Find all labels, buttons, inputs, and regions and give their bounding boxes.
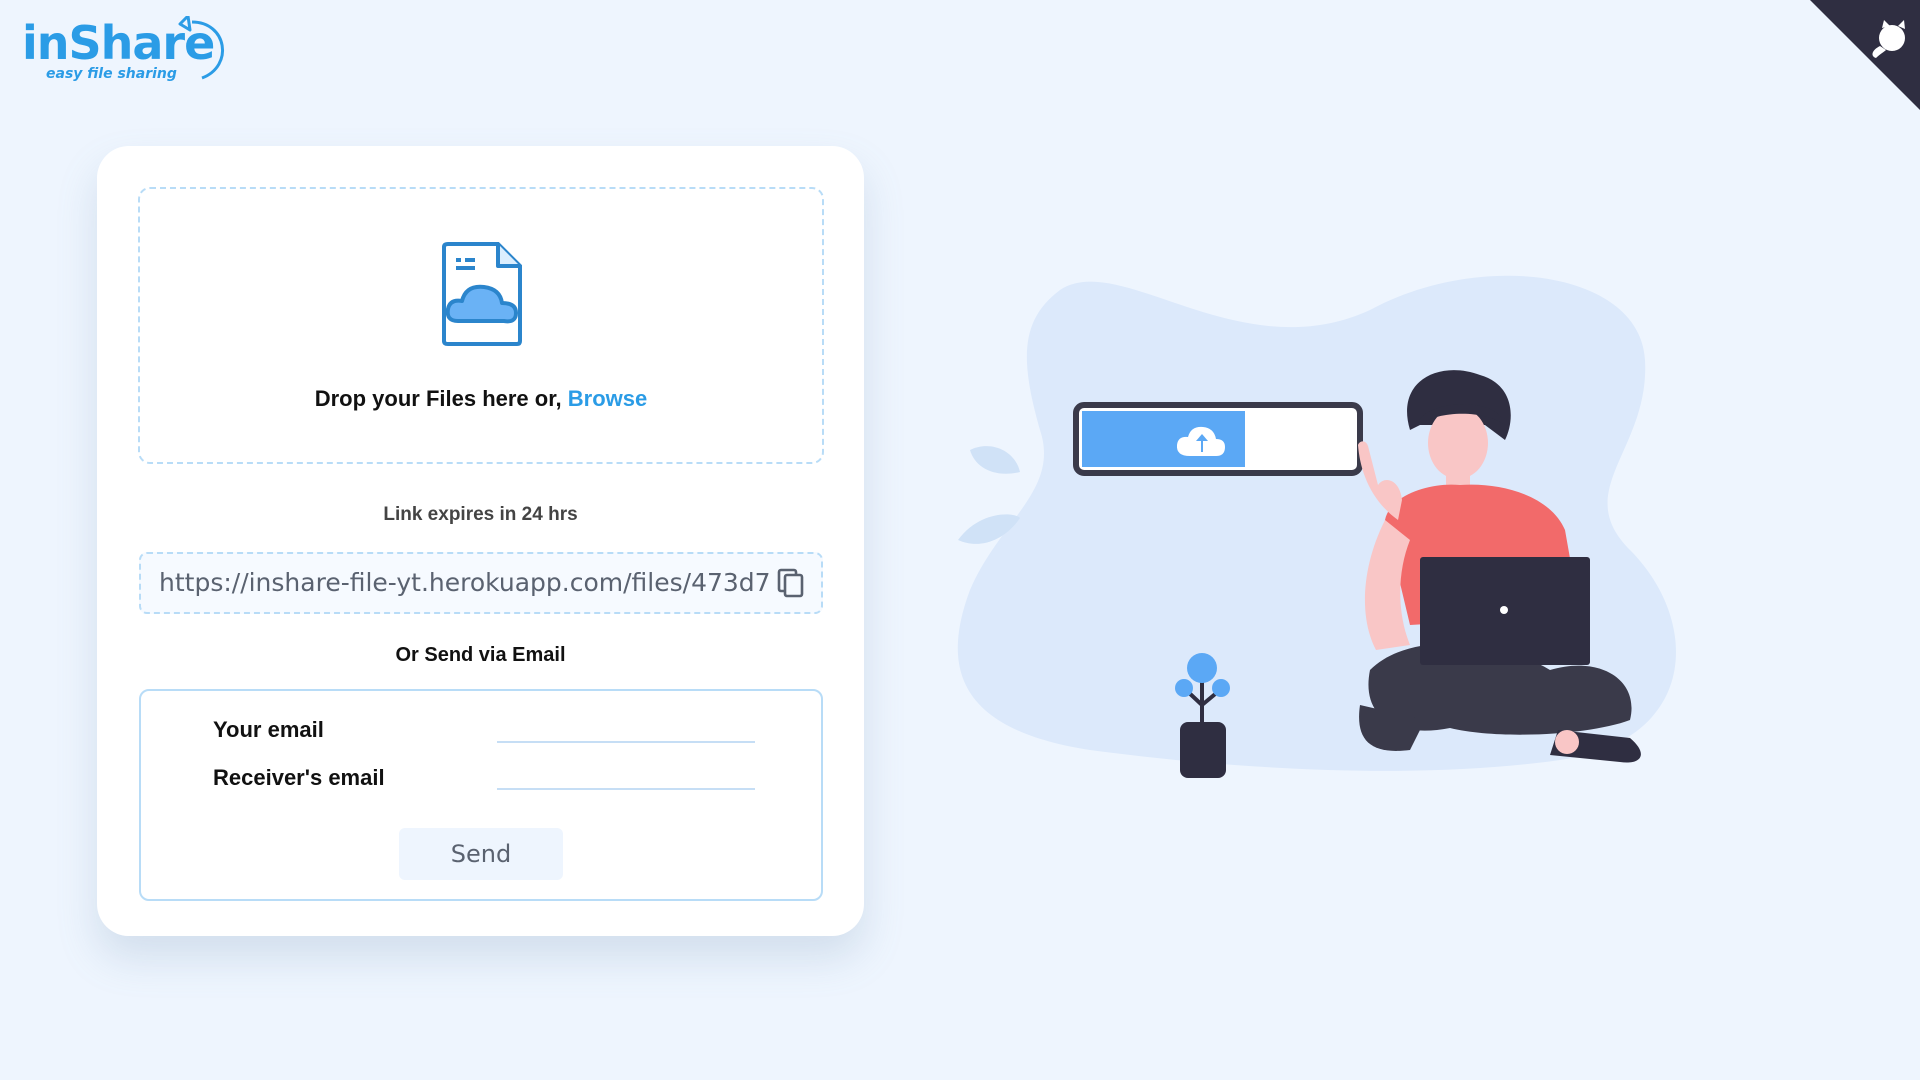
receiver-email-field[interactable] bbox=[497, 760, 755, 790]
file-drop-zone[interactable]: Drop your Files here or, Browse bbox=[138, 187, 824, 464]
copy-icon[interactable] bbox=[777, 568, 805, 598]
file-cloud-icon bbox=[442, 242, 522, 346]
share-link-input[interactable]: https://inshare-file-yt.herokuapp.com/fi… bbox=[159, 554, 769, 612]
your-email-field[interactable] bbox=[497, 713, 755, 743]
email-form: Your email Receiver's email Send bbox=[139, 689, 823, 901]
brand-tagline: easy file sharing bbox=[46, 66, 177, 82]
upload-illustration bbox=[957, 275, 1676, 778]
link-expiry-text: Link expires in 24 hrs bbox=[383, 504, 578, 525]
email-section-heading: Or Send via Email bbox=[395, 644, 566, 666]
upload-card: Drop your Files here or, Browse Link exp… bbox=[97, 146, 864, 936]
drop-text: Drop your Files here or, bbox=[314, 386, 562, 411]
brand-logo: inShare easy file sharing bbox=[22, 16, 224, 86]
receiver-email-label: Receiver's email bbox=[213, 765, 385, 790]
upload-progress-fill bbox=[1082, 411, 1245, 467]
share-link-container: https://inshare-file-yt.herokuapp.com/fi… bbox=[139, 552, 823, 614]
browse-link[interactable]: Browse bbox=[568, 386, 647, 411]
drop-instruction: Drop your Files here or, Browse bbox=[140, 386, 822, 412]
send-button[interactable]: Send bbox=[399, 828, 563, 880]
your-email-label: Your email bbox=[213, 717, 324, 742]
github-corner-link[interactable] bbox=[1810, 0, 1920, 110]
